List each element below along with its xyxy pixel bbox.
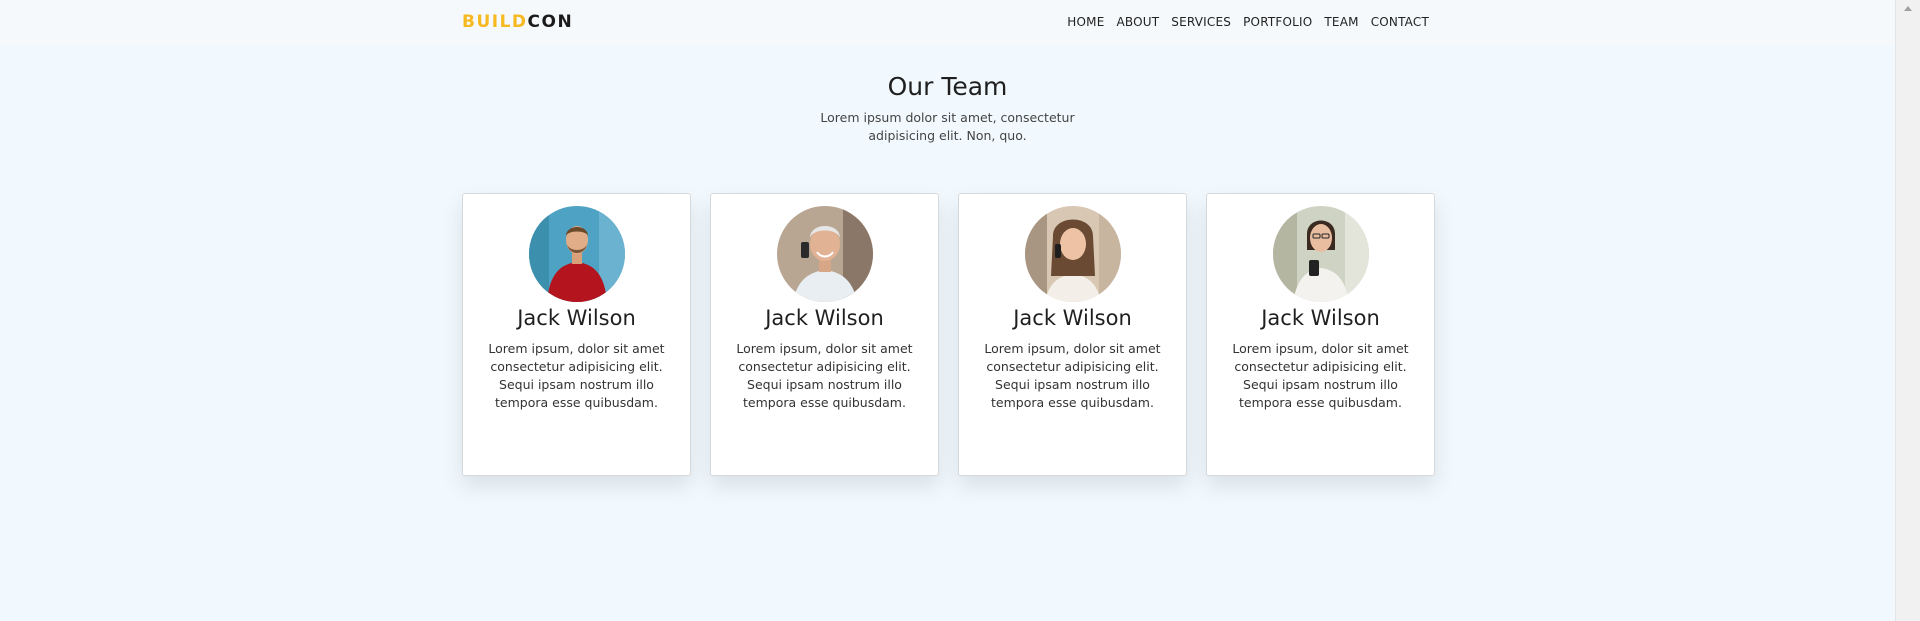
vertical-scrollbar[interactable]	[1895, 0, 1920, 621]
avatar	[1024, 206, 1121, 302]
avatar	[1272, 206, 1369, 302]
member-name: Jack Wilson	[1013, 306, 1132, 330]
section-title: Our Team	[887, 72, 1008, 101]
member-bio: Lorem ipsum, dolor sit amet consectetur …	[488, 341, 665, 410]
team-card: Jack Wilson Lorem ipsum, dolor sit amet …	[1206, 193, 1435, 476]
older-man-phone-photo	[776, 206, 873, 302]
team-card: Jack Wilson Lorem ipsum, dolor sit amet …	[710, 193, 939, 476]
nav-services[interactable]: SERVICES	[1171, 15, 1231, 29]
brand-part-1: BUILD	[462, 12, 528, 32]
avatar	[776, 206, 873, 302]
subtitle-line-2: adipisicing elit. Non, quo.	[868, 128, 1027, 143]
team-card: Jack Wilson Lorem ipsum, dolor sit amet …	[462, 193, 691, 476]
brand-logo[interactable]: BUILDCON	[462, 12, 573, 32]
main-nav: HOME ABOUT SERVICES PORTFOLIO TEAM CONTA…	[1067, 15, 1429, 29]
subtitle-line-1: Lorem ipsum dolor sit amet, consectetur	[820, 110, 1075, 125]
team-card: Jack Wilson Lorem ipsum, dolor sit amet …	[958, 193, 1187, 476]
member-bio: Lorem ipsum, dolor sit amet consectetur …	[984, 341, 1161, 410]
team-cards: Jack Wilson Lorem ipsum, dolor sit amet …	[462, 193, 1435, 476]
woman-smartphone-photo	[1272, 206, 1369, 302]
member-bio: Lorem ipsum, dolor sit amet consectetur …	[736, 341, 913, 410]
member-name: Jack Wilson	[765, 306, 884, 330]
brand-part-2: CON	[527, 12, 574, 32]
section-subtitle: Lorem ipsum dolor sit amet, consectetur …	[0, 109, 1895, 145]
scroll-up-arrow-icon[interactable]	[1904, 6, 1912, 11]
member-name: Jack Wilson	[1261, 306, 1380, 330]
member-bio: Lorem ipsum, dolor sit amet consectetur …	[1232, 341, 1409, 410]
page: BUILDCON HOME ABOUT SERVICES PORTFOLIO T…	[0, 0, 1895, 621]
nav-team[interactable]: TEAM	[1324, 15, 1358, 29]
nav-portfolio[interactable]: PORTFOLIO	[1243, 15, 1312, 29]
woman-phone-photo	[1024, 206, 1121, 302]
avatar	[528, 206, 625, 302]
nav-about[interactable]: ABOUT	[1117, 15, 1160, 29]
man-red-shirt-photo	[528, 206, 625, 302]
navbar: BUILDCON HOME ABOUT SERVICES PORTFOLIO T…	[0, 0, 1895, 46]
member-name: Jack Wilson	[517, 306, 636, 330]
nav-home[interactable]: HOME	[1067, 15, 1104, 29]
nav-contact[interactable]: CONTACT	[1371, 15, 1429, 29]
